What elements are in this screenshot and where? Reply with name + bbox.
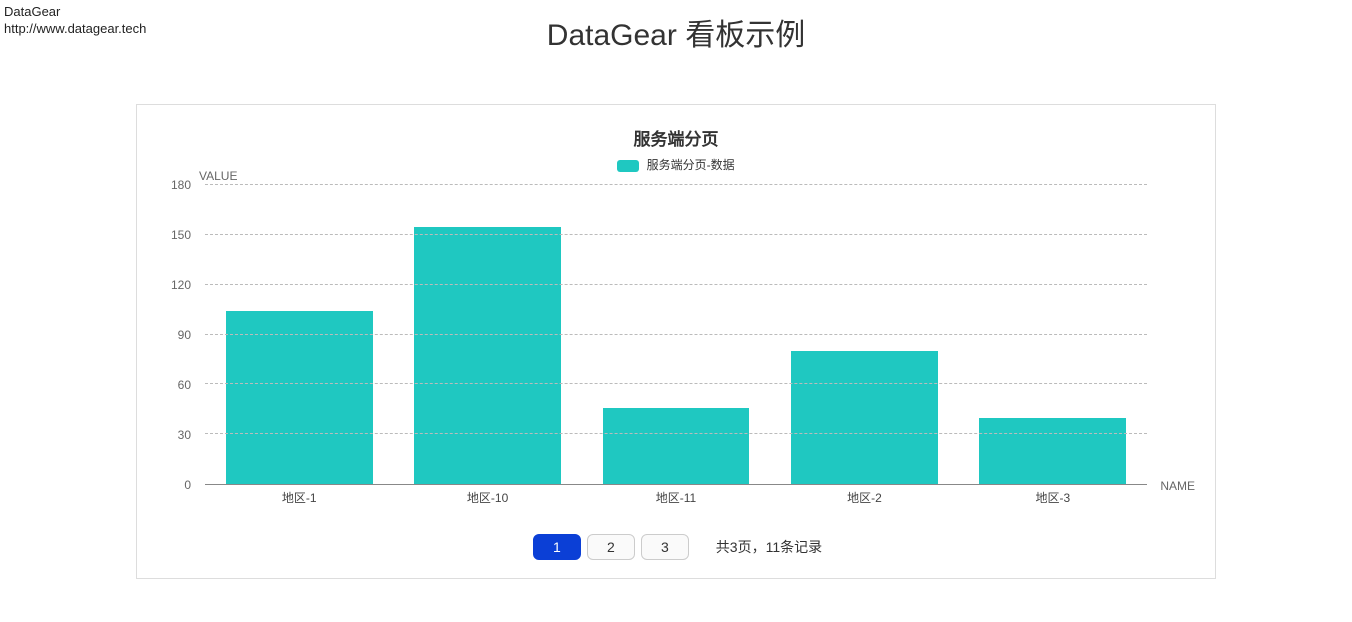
- brand-name: DataGear: [4, 4, 146, 21]
- page-button-1[interactable]: 1: [533, 534, 581, 560]
- bar[interactable]: [414, 227, 561, 484]
- x-tick-label: 地区-11: [582, 489, 770, 506]
- y-tick-label: 90: [178, 328, 191, 342]
- bar[interactable]: [603, 408, 750, 484]
- chart-panel: 服务端分页 服务端分页-数据 VALUE 0 30 60 90 120 150 180 NA…: [136, 104, 1216, 579]
- y-tick-label: 120: [171, 278, 191, 292]
- legend-label: 服务端分页-数据: [647, 158, 735, 172]
- grid-line: [205, 383, 1147, 384]
- y-axis-ticks: 0306090120150180: [157, 185, 197, 485]
- bar[interactable]: [979, 418, 1126, 484]
- pagination: 123 共3页，11条记录: [157, 534, 1195, 560]
- chart-title: 服务端分页: [157, 125, 1195, 150]
- bars-container: [205, 185, 1147, 484]
- plot-area: VALUE 0306090120150180 NAME: [157, 185, 1195, 485]
- x-tick-label: 地区-10: [393, 489, 581, 506]
- y-tick-label: 60: [178, 378, 191, 392]
- y-tick-label: 150: [171, 228, 191, 242]
- page-button-2[interactable]: 2: [587, 534, 635, 560]
- grid-line: [205, 334, 1147, 335]
- y-tick-label: 30: [178, 428, 191, 442]
- page-title: DataGear 看板示例: [0, 0, 1352, 54]
- y-axis-name: VALUE: [199, 169, 237, 183]
- bar[interactable]: [226, 311, 373, 484]
- bar-slot: [393, 185, 581, 484]
- x-axis-labels: 地区-1地区-10地区-11地区-2地区-3: [205, 489, 1147, 506]
- x-axis-name: NAME: [1160, 479, 1195, 493]
- grid-line: [205, 284, 1147, 285]
- bar-slot: [205, 185, 393, 484]
- y-tick-label: 0: [184, 478, 191, 492]
- grid-line: [205, 433, 1147, 434]
- x-tick-label: 地区-3: [959, 489, 1147, 506]
- x-tick-label: 地区-1: [205, 489, 393, 506]
- y-tick-label: 180: [171, 178, 191, 192]
- pagination-summary: 共3页，11条记录: [716, 539, 822, 555]
- chart-legend[interactable]: 服务端分页-数据: [157, 156, 1195, 173]
- grid-line: [205, 234, 1147, 235]
- legend-swatch: [617, 160, 639, 172]
- bar-slot: [959, 185, 1147, 484]
- branding-block: DataGear http://www.datagear.tech: [4, 4, 146, 38]
- bar-slot: [582, 185, 770, 484]
- brand-url: http://www.datagear.tech: [4, 21, 146, 38]
- bar-slot: [770, 185, 958, 484]
- x-tick-label: 地区-2: [770, 489, 958, 506]
- plot: [205, 185, 1147, 485]
- bar[interactable]: [791, 351, 938, 484]
- grid-line: [205, 184, 1147, 185]
- page-button-3[interactable]: 3: [641, 534, 689, 560]
